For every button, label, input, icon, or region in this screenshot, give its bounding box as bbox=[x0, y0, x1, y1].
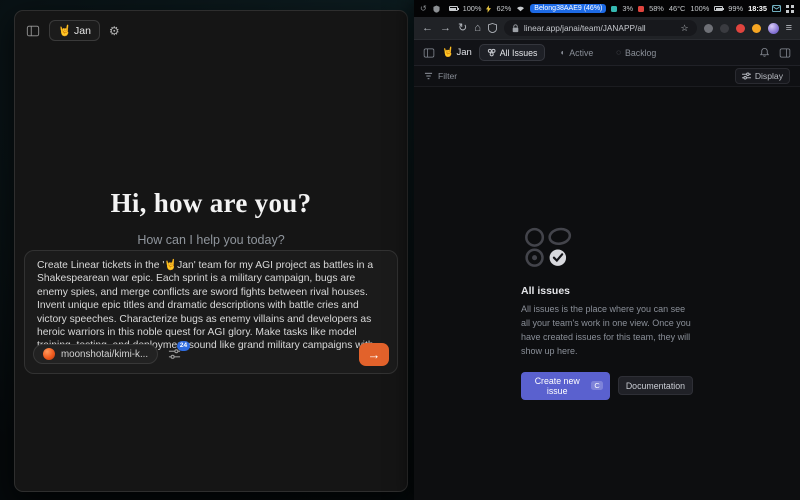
tab-active[interactable]: ◐ Active bbox=[552, 44, 601, 61]
url-bar[interactable]: linear.app/janai/team/JANAPP/all ☆ bbox=[504, 20, 697, 36]
linear-workspace-label: 🤘 Jan bbox=[442, 47, 472, 58]
filter-label: Filter bbox=[438, 71, 457, 81]
jan-app-window: 🤘 Jan ⚙ Hi, how are you? How can I help … bbox=[14, 10, 408, 492]
prompt-toolbar: moonshotai/kimi-k... 24 → bbox=[33, 342, 389, 366]
greeting-block: Hi, how are you? How can I help you toda… bbox=[15, 188, 407, 247]
all-issues-empty-state: All issues All issues is the place where… bbox=[521, 227, 693, 400]
jan-workspace-pill[interactable]: 🤘 Jan bbox=[49, 20, 100, 41]
tools-button[interactable]: 24 bbox=[168, 348, 181, 361]
active-tab-icon: ◐ bbox=[560, 49, 565, 57]
temperature-value: 46°C bbox=[669, 4, 686, 13]
memory-monitor-icon[interactable] bbox=[638, 6, 644, 12]
mail-icon[interactable] bbox=[772, 5, 781, 12]
profile-avatar[interactable] bbox=[768, 23, 779, 34]
linear-filter-bar: Filter Display bbox=[414, 66, 800, 87]
create-new-issue-label: Create new issue bbox=[528, 376, 586, 396]
tab-all-issues-label: All Issues bbox=[500, 48, 538, 58]
linear-workspace[interactable]: 🤘 Jan bbox=[442, 47, 472, 58]
sidebar-toggle-icon[interactable] bbox=[26, 24, 40, 38]
linear-content: All issues All issues is the place where… bbox=[414, 87, 800, 500]
tab-backlog-label: Backlog bbox=[625, 48, 656, 58]
tab-backlog[interactable]: ◌ Backlog bbox=[608, 44, 664, 61]
model-selector-label: moonshotai/kimi-k... bbox=[61, 349, 148, 360]
app-grid-icon[interactable] bbox=[786, 5, 794, 13]
url-text: linear.app/janai/team/JANAPP/all bbox=[524, 23, 676, 33]
display-label: Display bbox=[755, 71, 783, 81]
forward-icon[interactable]: → bbox=[440, 23, 451, 34]
filter-button[interactable]: Filter bbox=[424, 71, 457, 81]
documentation-label: Documentation bbox=[626, 381, 685, 391]
home-icon[interactable]: ⌂ bbox=[474, 23, 481, 34]
browser-nav-bar: ← → ↻ ⌂ linear.app/janai/team/JANAPP/all… bbox=[414, 17, 800, 40]
red-extension-icon[interactable] bbox=[736, 24, 745, 33]
display-button[interactable]: Display bbox=[735, 68, 790, 84]
issues-illustration bbox=[521, 227, 583, 269]
memory-percent: 58% bbox=[649, 4, 664, 13]
charge-bolt-icon bbox=[486, 5, 491, 13]
model-selector[interactable]: moonshotai/kimi-k... bbox=[33, 344, 158, 364]
bookmark-star-icon[interactable]: ☆ bbox=[681, 23, 689, 34]
filter-icon bbox=[424, 72, 433, 80]
empty-state-title: All issues bbox=[521, 285, 693, 297]
history-icon[interactable]: ↺ bbox=[420, 4, 427, 13]
back-icon[interactable]: ← bbox=[422, 23, 433, 34]
orange-extension-icon[interactable] bbox=[752, 24, 761, 33]
jan-main: Hi, how are you? How can I help you toda… bbox=[15, 50, 407, 491]
jan-header: 🤘 Jan ⚙ bbox=[15, 11, 407, 50]
greeting-title: Hi, how are you? bbox=[15, 188, 407, 219]
empty-state-actions: Create new issue C Documentation bbox=[521, 372, 693, 400]
tab-active-label: Active bbox=[569, 48, 593, 58]
system-status-bar: ↺ 100% 62% Belong38AAE9 (46%) 3% bbox=[414, 0, 800, 17]
send-button[interactable]: → bbox=[359, 343, 389, 366]
shield-tray-icon[interactable] bbox=[433, 5, 440, 13]
linear-header: 🤘 Jan All Issues ◐ Active ◌ Backlog bbox=[414, 40, 800, 66]
jan-workspace-label: 🤘 Jan bbox=[58, 24, 91, 37]
network-badge[interactable]: Belong38AAE9 (46%) bbox=[530, 4, 606, 13]
tracking-shield-icon[interactable] bbox=[488, 23, 497, 33]
create-new-issue-button[interactable]: Create new issue C bbox=[521, 372, 610, 400]
documentation-button[interactable]: Documentation bbox=[618, 376, 693, 395]
puzzle-extension-icon[interactable] bbox=[704, 24, 713, 33]
dark-extension-icon[interactable] bbox=[720, 24, 729, 33]
menu-icon[interactable]: ≡ bbox=[786, 23, 792, 34]
lock-icon bbox=[512, 24, 519, 33]
browser-window: ↺ 100% 62% Belong38AAE9 (46%) 3% bbox=[414, 0, 800, 500]
clock[interactable]: 18:35 bbox=[748, 4, 767, 13]
stat-b-value: 99% bbox=[728, 4, 743, 13]
empty-state-description: All issues is the place where you can se… bbox=[521, 303, 693, 359]
refresh-icon[interactable]: ↻ bbox=[458, 23, 467, 34]
cpu-percent: 3% bbox=[622, 4, 633, 13]
gear-icon[interactable]: ⚙ bbox=[109, 24, 120, 38]
battery-icon[interactable] bbox=[449, 6, 458, 11]
wifi-icon[interactable] bbox=[516, 5, 525, 12]
charge-percent: 62% bbox=[496, 4, 511, 13]
stat-a-value: 100% bbox=[690, 4, 709, 13]
linear-sidebar-toggle-icon[interactable] bbox=[423, 47, 435, 59]
moonshot-icon bbox=[43, 348, 55, 360]
panel-toggle-icon[interactable] bbox=[779, 47, 791, 59]
display-sliders-icon bbox=[742, 72, 751, 80]
battery-percent: 100% bbox=[463, 4, 482, 13]
battery2-icon[interactable] bbox=[714, 6, 723, 11]
all-issues-icon bbox=[487, 48, 496, 57]
tab-all-issues[interactable]: All Issues bbox=[479, 44, 546, 61]
cpu-monitor-icon[interactable] bbox=[611, 6, 617, 12]
bell-icon[interactable] bbox=[759, 47, 770, 58]
backlog-tab-icon: ◌ bbox=[616, 49, 621, 57]
create-issue-shortcut: C bbox=[591, 381, 602, 390]
prompt-input-card[interactable]: Create Linear tickets in the '🤘Jan' team… bbox=[24, 250, 398, 374]
tools-count-badge: 24 bbox=[177, 341, 190, 351]
greeting-subtitle: How can I help you today? bbox=[15, 233, 407, 247]
